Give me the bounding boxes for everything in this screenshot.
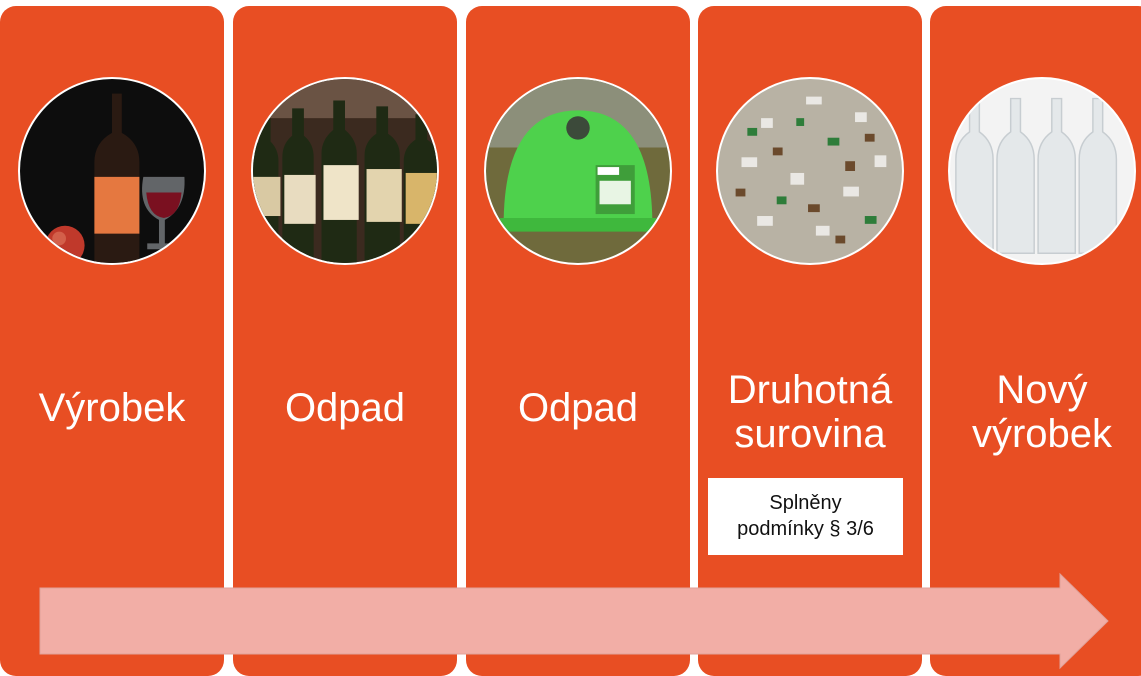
step-label: Odpad	[284, 386, 406, 430]
condition-note-text: Splněny podmínky § 3/6	[737, 492, 874, 540]
step-label: Nový výrobek	[930, 368, 1141, 456]
step-label: Výrobek	[38, 386, 186, 430]
green-glass-bin-photo	[484, 77, 672, 265]
step-panel-3: Odpad	[466, 6, 690, 676]
step-label: Odpad	[517, 386, 639, 430]
condition-note: Splněny podmínky § 3/6	[708, 478, 903, 555]
old-wine-bottles-photo	[251, 77, 439, 265]
step-panel-4: Druhotná surovina Splněny podmínky § 3/6	[698, 6, 922, 676]
step-panel-2: Odpad	[233, 6, 457, 676]
wine-bottle-glass-photo	[18, 77, 206, 265]
step-panel-5: Nový výrobek	[930, 6, 1141, 676]
step-label-text: Nový výrobek	[971, 368, 1113, 456]
new-clear-bottles-photo	[948, 77, 1136, 265]
step-panel-1: Výrobek	[0, 6, 224, 676]
glass-cullet-photo	[716, 77, 904, 265]
step-label: Druhotná surovina	[698, 368, 922, 456]
step-label-text: Druhotná surovina	[727, 368, 893, 456]
